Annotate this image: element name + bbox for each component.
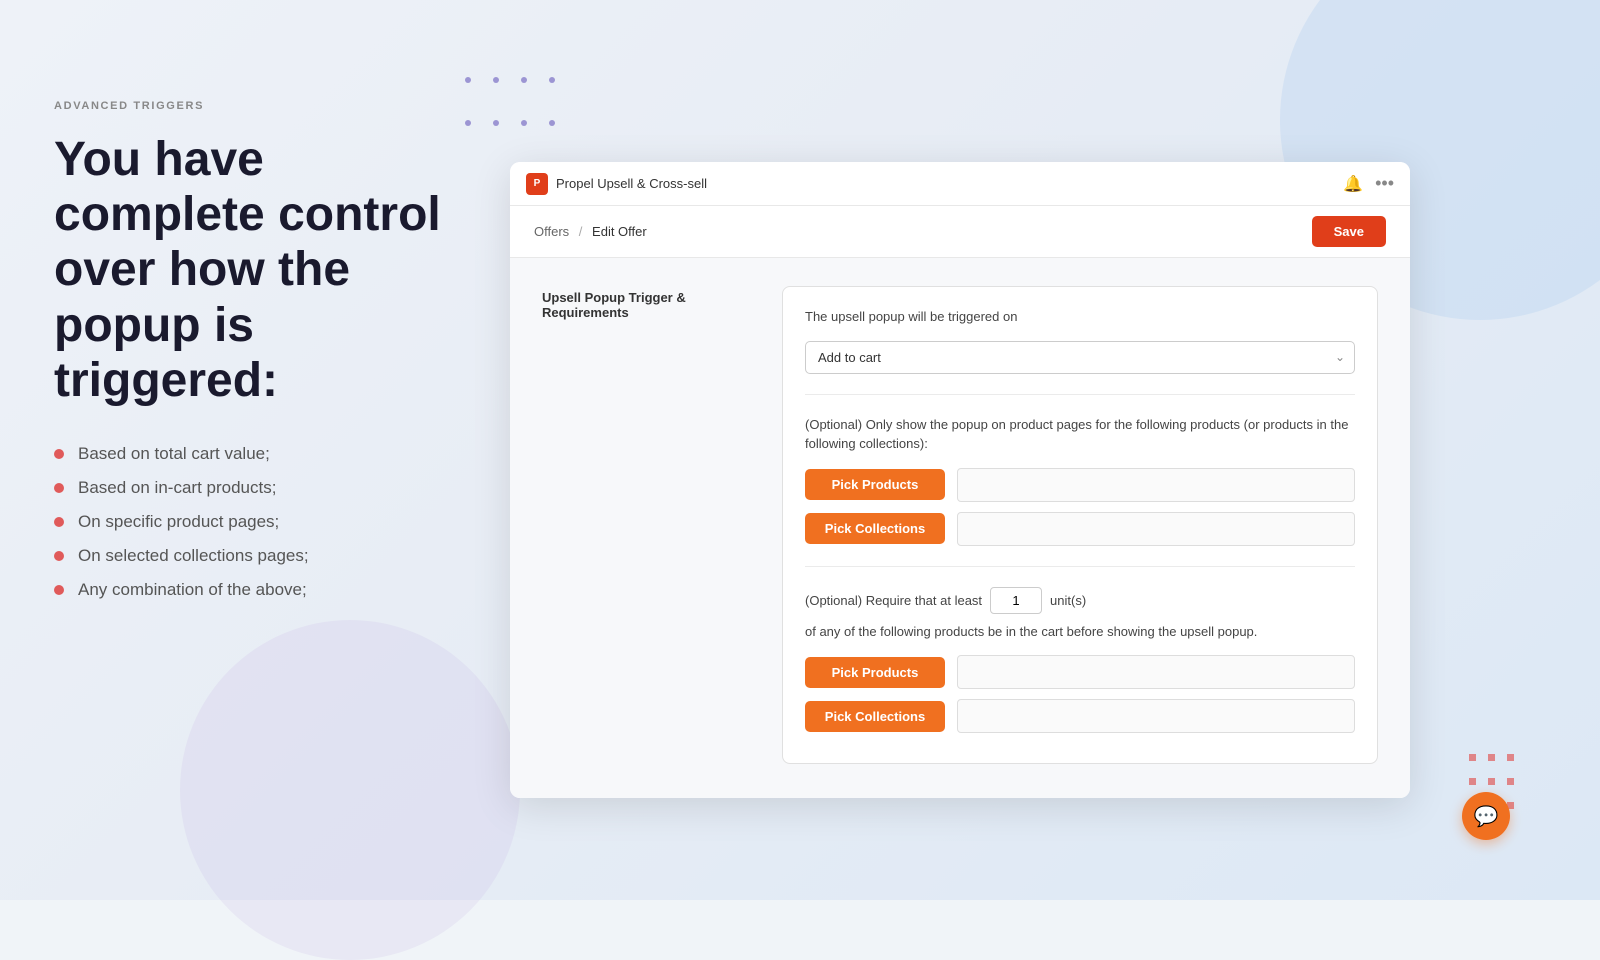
bullet-dot [54, 517, 64, 527]
pick-collections-input-1[interactable] [957, 512, 1355, 546]
optional-description: (Optional) Only show the popup on produc… [805, 415, 1355, 454]
bell-icon[interactable]: 🔔 [1343, 174, 1363, 194]
pick-products-row-1: Pick Products [805, 468, 1355, 502]
breadcrumb-current: Edit Offer [592, 224, 647, 239]
require-row: (Optional) Require that at least unit(s) [805, 587, 1355, 614]
titlebar-right: 🔔 ••• [1343, 173, 1394, 194]
pick-products-button-2[interactable]: Pick Products [805, 657, 945, 688]
save-button[interactable]: Save [1312, 216, 1386, 247]
titlebar: P Propel Upsell & Cross-sell 🔔 ••• [510, 162, 1410, 206]
left-panel: ADVANCED TRIGGERS You have complete cont… [54, 100, 454, 614]
require-desc: of any of the following products be in t… [805, 622, 1355, 642]
pick-collections-row-2: Pick Collections [805, 699, 1355, 733]
require-label: (Optional) Require that at least [805, 593, 982, 608]
app-window: P Propel Upsell & Cross-sell 🔔 ••• Offer… [510, 162, 1410, 798]
trigger-select-wrapper: Add to cart Page load Exit intent ⌄ [805, 341, 1355, 374]
breadcrumb: Offers / Edit Offer [534, 224, 647, 239]
list-item: On selected collections pages; [54, 546, 454, 566]
dot-grid-top [460, 72, 560, 88]
app-name: Propel Upsell & Cross-sell [556, 176, 707, 191]
unit-badge: unit(s) [1050, 593, 1086, 608]
section-row: Upsell Popup Trigger & Requirements The … [542, 286, 1378, 764]
breadcrumb-separator: / [579, 224, 583, 239]
section-label: ADVANCED TRIGGERS [54, 100, 454, 112]
section-fields: The upsell popup will be triggered on Ad… [782, 286, 1378, 764]
breadcrumb-bar: Offers / Edit Offer Save [510, 206, 1410, 258]
bullet-dot [54, 585, 64, 595]
pick-collections-input-2[interactable] [957, 699, 1355, 733]
pick-collections-button-2[interactable]: Pick Collections [805, 701, 945, 732]
list-item: On specific product pages; [54, 512, 454, 532]
list-item: Based on total cart value; [54, 444, 454, 464]
trigger-select[interactable]: Add to cart Page load Exit intent [805, 341, 1355, 374]
dots-menu-icon[interactable]: ••• [1375, 173, 1394, 194]
require-input[interactable] [990, 587, 1042, 614]
main-content: Upsell Popup Trigger & Requirements The … [510, 258, 1410, 798]
breadcrumb-parent[interactable]: Offers [534, 224, 569, 239]
bullet-dot [54, 449, 64, 459]
main-heading: You have complete control over how the p… [54, 132, 454, 408]
list-item: Based on in-cart products; [54, 478, 454, 498]
divider-2 [805, 566, 1355, 567]
trigger-description: The upsell popup will be triggered on [805, 307, 1355, 327]
pick-collections-row-1: Pick Collections [805, 512, 1355, 546]
pick-products-input-1[interactable] [957, 468, 1355, 502]
titlebar-left: P Propel Upsell & Cross-sell [526, 173, 707, 195]
bullet-list: Based on total cart value; Based on in-c… [54, 444, 454, 600]
pick-products-input-2[interactable] [957, 655, 1355, 689]
bullet-dot [54, 551, 64, 561]
divider-1 [805, 394, 1355, 395]
app-icon: P [526, 173, 548, 195]
chat-widget[interactable]: 💬 [1462, 792, 1510, 840]
section-label-trigger: Upsell Popup Trigger & Requirements [542, 286, 742, 320]
pick-products-row-2: Pick Products [805, 655, 1355, 689]
pick-collections-button-1[interactable]: Pick Collections [805, 513, 945, 544]
pick-products-button-1[interactable]: Pick Products [805, 469, 945, 500]
dot-grid-top2 [460, 115, 560, 131]
list-item: Any combination of the above; [54, 580, 454, 600]
bg-circle-mid [180, 620, 520, 960]
bullet-dot [54, 483, 64, 493]
